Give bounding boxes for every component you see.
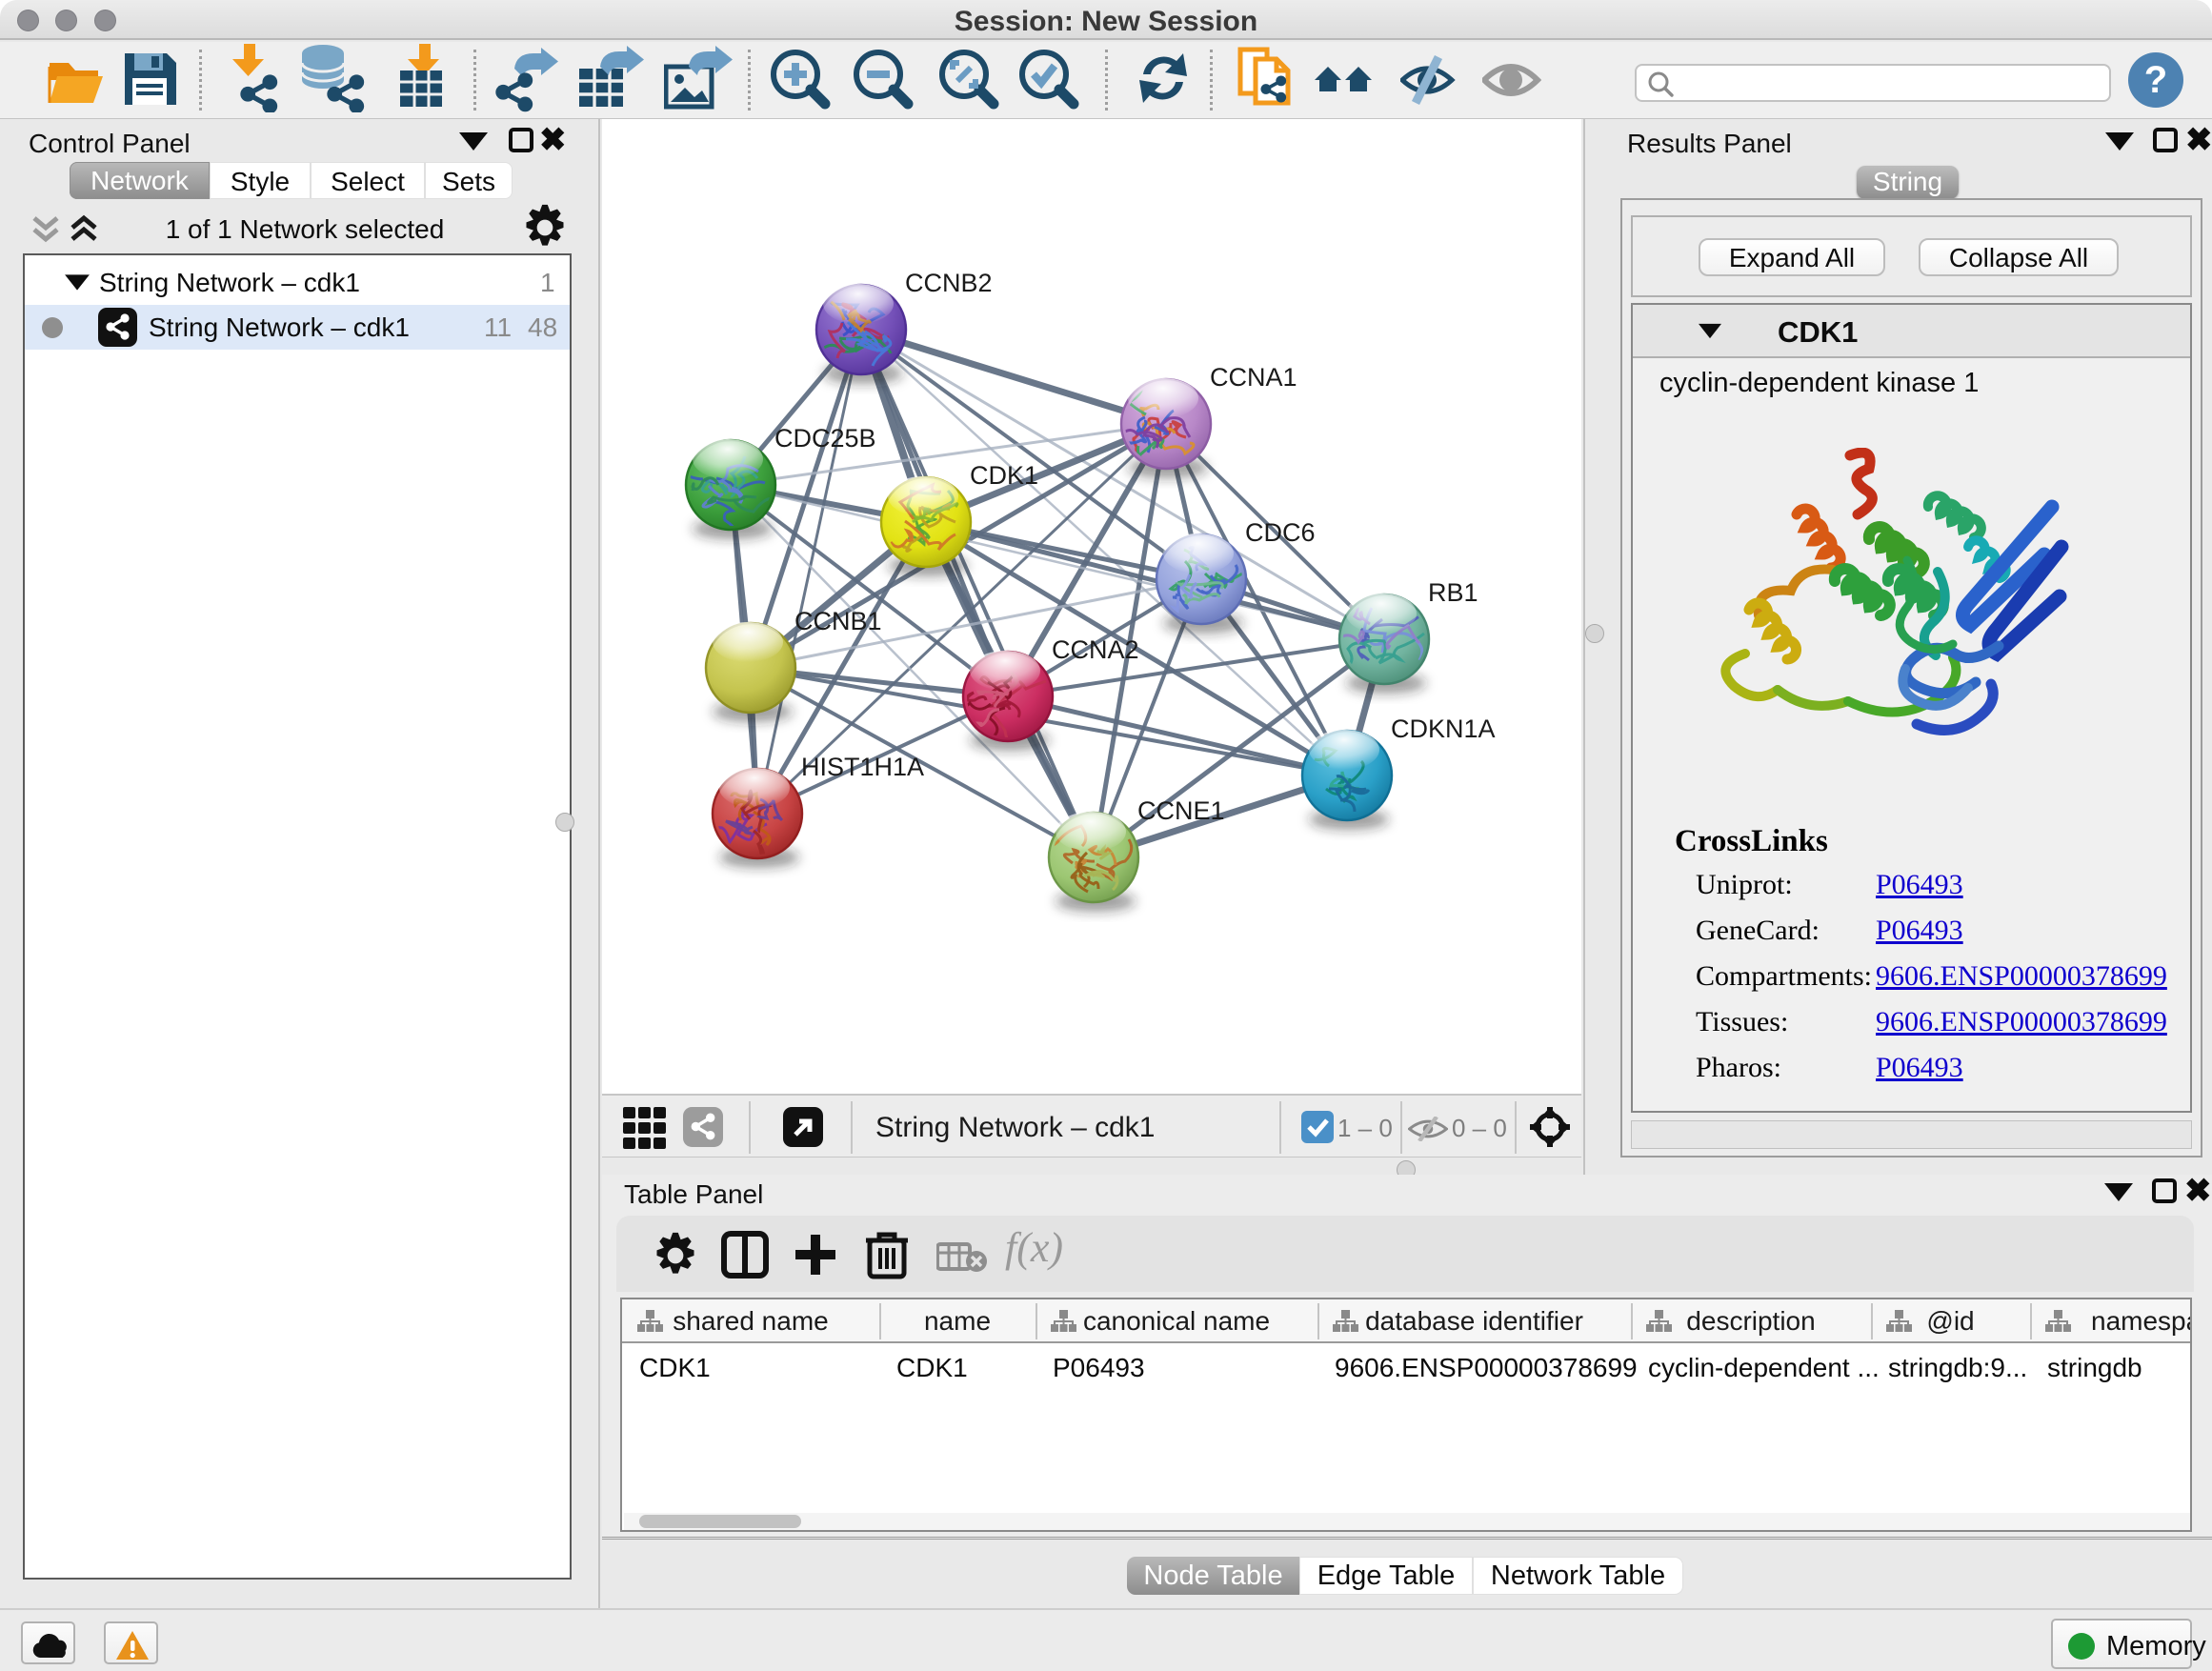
svg-text:CDC25B: CDC25B [774,424,876,453]
svg-text:CCNB2: CCNB2 [905,269,993,297]
svg-text:?: ? [2144,59,2167,101]
svg-text:CDK1: CDK1 [970,461,1038,490]
svg-text:CCNA1: CCNA1 [1210,363,1297,392]
svg-text:CCNA2: CCNA2 [1052,635,1139,664]
svg-text:CCNE1: CCNE1 [1137,796,1225,825]
svg-text:CDC6: CDC6 [1245,518,1316,547]
svg-text:CCNB1: CCNB1 [794,607,882,635]
svg-text:CDKN1A: CDKN1A [1391,715,1496,743]
svg-text:HIST1H1A: HIST1H1A [801,753,924,781]
svg-text:RB1: RB1 [1428,578,1478,607]
